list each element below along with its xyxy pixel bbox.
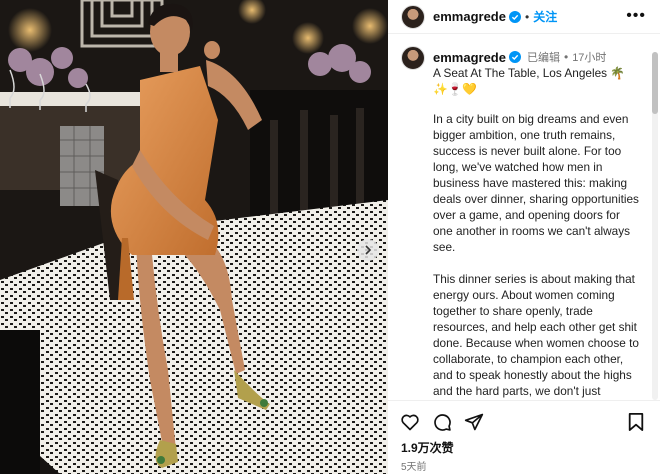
avatar[interactable] bbox=[401, 4, 425, 29]
post-header: emmagrede • 关注 ••• bbox=[388, 0, 660, 34]
post-sidebar: emmagrede • 关注 ••• emmagrede 已编辑 • 17小时 … bbox=[388, 0, 660, 474]
caption-area: emmagrede 已编辑 • 17小时 A Seat At The Table… bbox=[388, 34, 660, 400]
username-link[interactable]: emmagrede bbox=[433, 9, 506, 24]
caption-text: A Seat At The Table, Los Angeles 🌴 ✨🍷💛 I… bbox=[433, 65, 639, 400]
follow-button[interactable]: 关注 bbox=[533, 8, 557, 25]
separator-dot: • bbox=[524, 9, 530, 24]
bookmark-icon[interactable] bbox=[627, 412, 645, 432]
next-photo-button[interactable] bbox=[357, 239, 379, 261]
scrollbar-thumb[interactable] bbox=[652, 52, 658, 114]
heart-icon[interactable] bbox=[400, 412, 420, 432]
separator-dot: • bbox=[563, 50, 569, 64]
post-photo bbox=[0, 0, 388, 474]
post-time[interactable]: 17小时 bbox=[572, 49, 606, 65]
caption-avatar[interactable] bbox=[401, 46, 425, 70]
like-count[interactable]: 1.9万次赞 bbox=[401, 439, 454, 456]
caption-paragraph: This dinner series is about making that … bbox=[433, 272, 639, 398]
verified-badge-icon bbox=[508, 51, 521, 63]
caption-username[interactable]: emmagrede bbox=[433, 50, 506, 65]
post-actions: 1.9万次赞 5天前 bbox=[388, 400, 660, 474]
verified-badge-icon bbox=[508, 10, 521, 23]
comment-icon[interactable] bbox=[432, 412, 452, 432]
share-icon[interactable] bbox=[464, 412, 484, 432]
caption-paragraph: In a city built on big dreams and even b… bbox=[433, 112, 639, 254]
chevron-right-icon bbox=[365, 245, 372, 255]
caption-title: A Seat At The Table, Los Angeles 🌴 ✨🍷💛 bbox=[433, 66, 625, 96]
edited-label: 已编辑 bbox=[526, 52, 560, 64]
photo-image bbox=[0, 0, 388, 474]
more-options-button[interactable]: ••• bbox=[626, 8, 646, 24]
caption-scrollbar[interactable] bbox=[652, 52, 658, 400]
caption-header: emmagrede 已编辑 • 17小时 bbox=[433, 49, 606, 65]
post-date[interactable]: 5天前 bbox=[401, 458, 427, 473]
